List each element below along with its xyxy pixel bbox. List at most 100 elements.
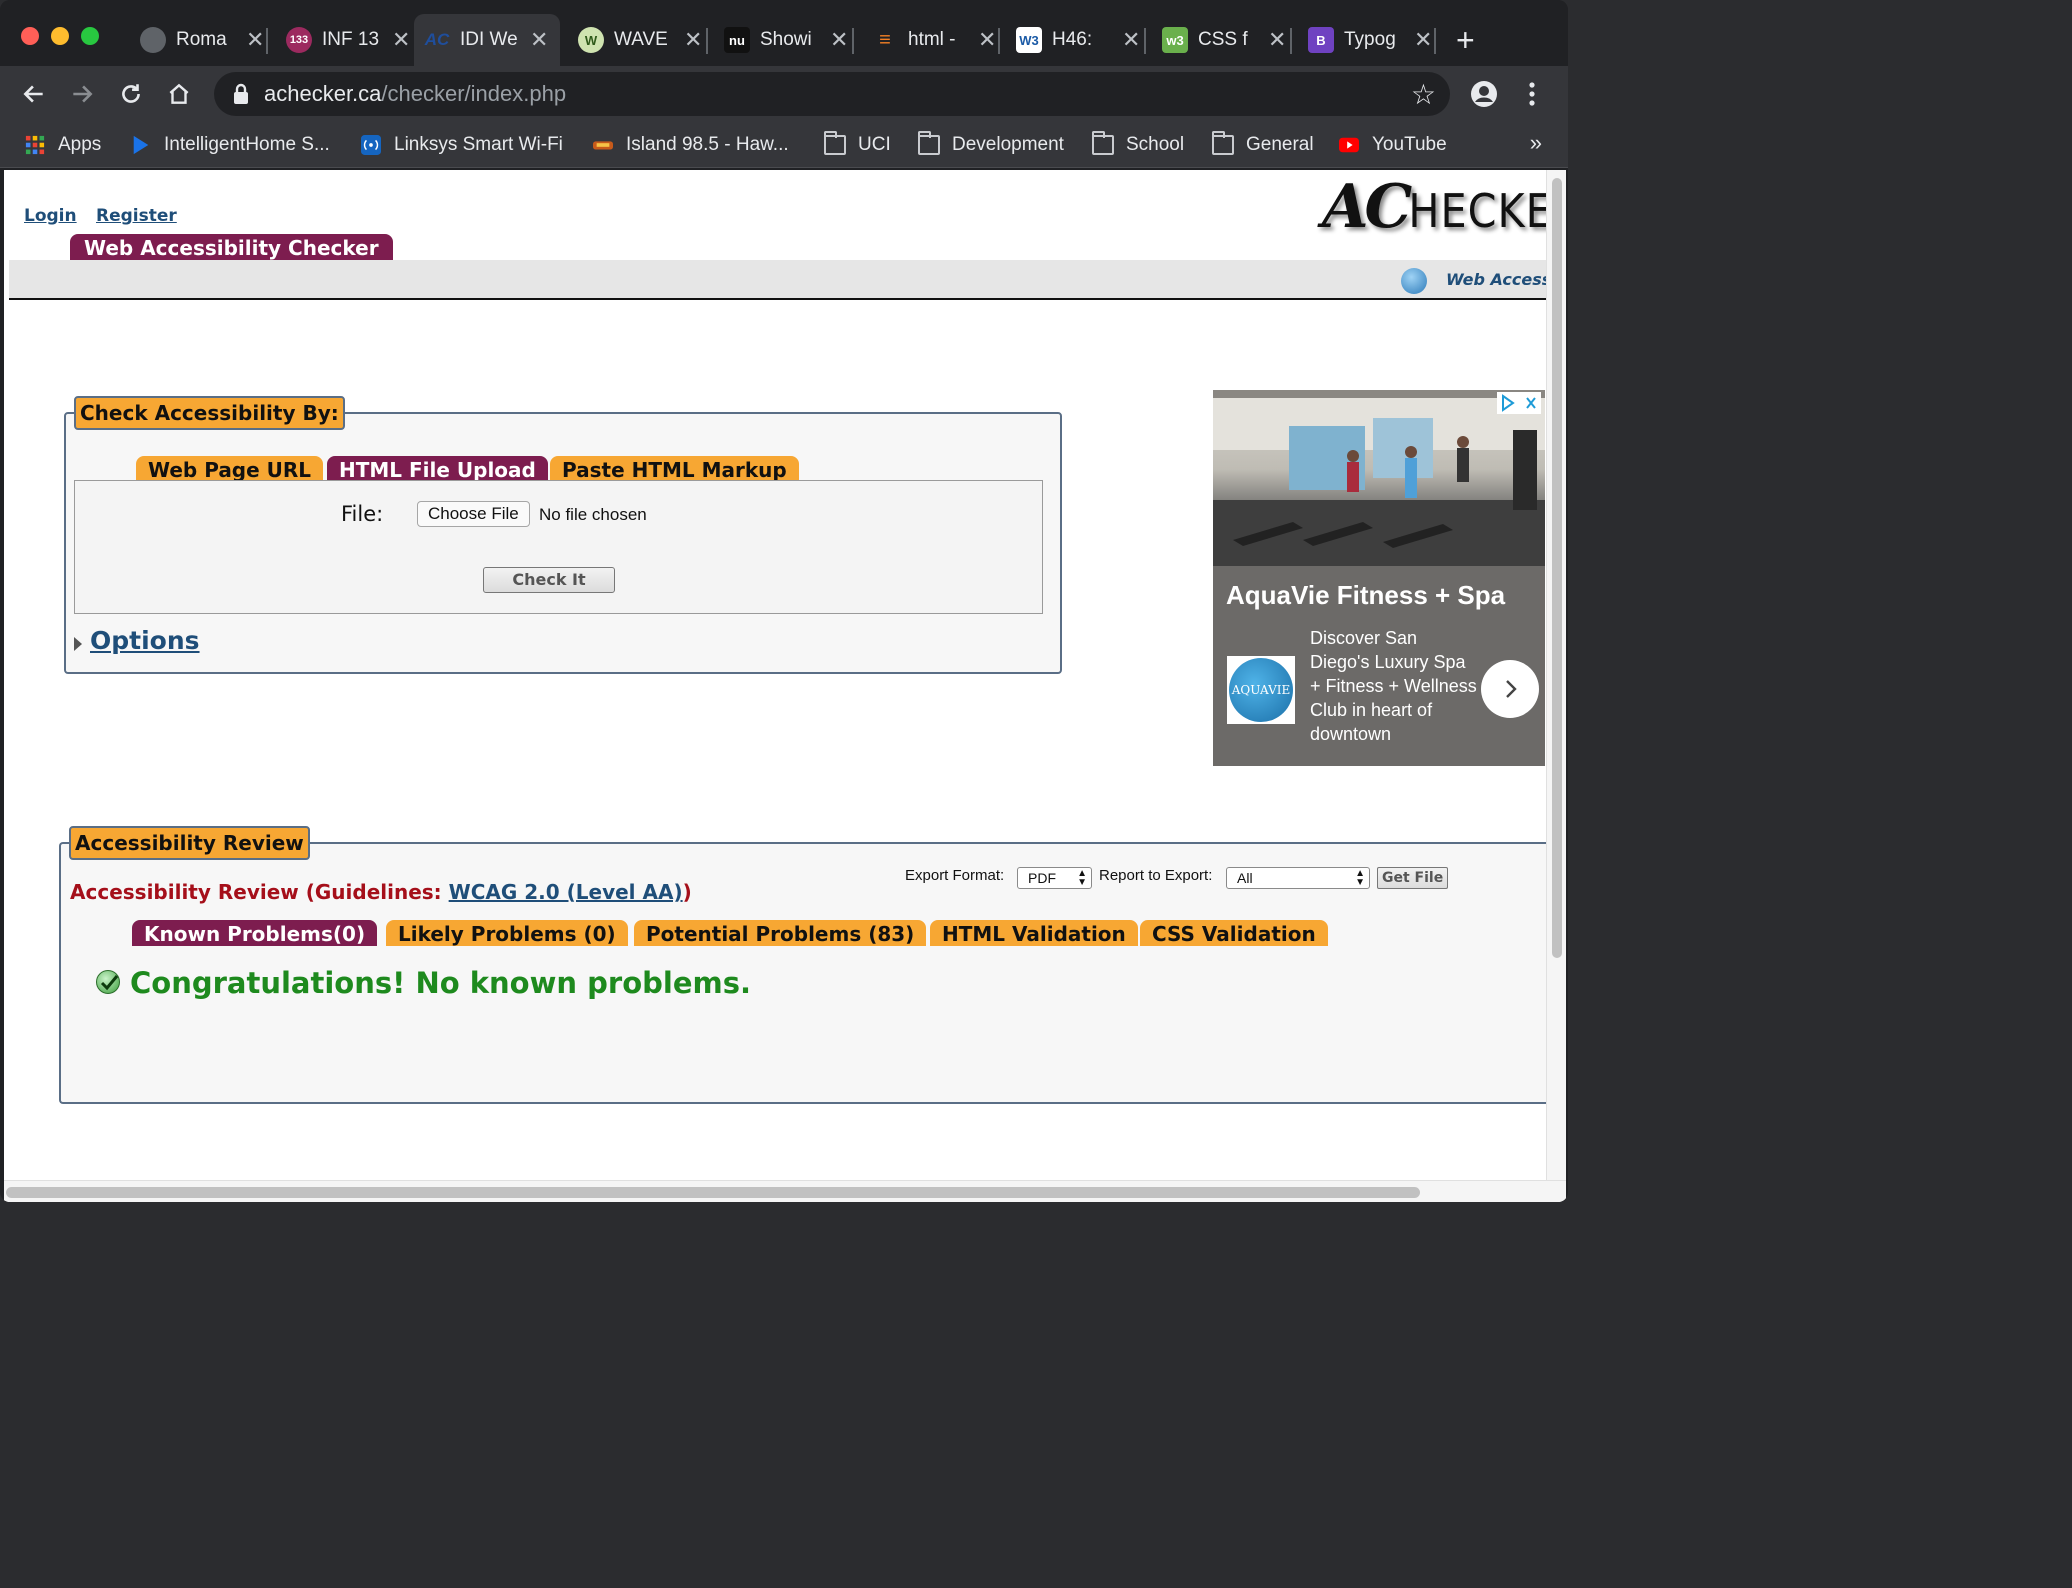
report-to-export-label: Report to Export: (1099, 867, 1213, 884)
youtube-icon (1339, 137, 1359, 153)
tab-known-problems[interactable]: Known Problems(0) (132, 920, 378, 946)
web-accessibility-help-link[interactable]: Web Accessil (1446, 270, 1562, 289)
window-close-button[interactable] (21, 27, 39, 45)
bookmark-folder-school[interactable]: School (1092, 130, 1184, 160)
login-link[interactable]: Login (24, 206, 77, 226)
chevron-right-icon[interactable] (1481, 660, 1539, 718)
wifi-icon (361, 135, 381, 155)
forward-arrow-icon[interactable] (64, 76, 100, 112)
adchoices-icon[interactable] (1497, 392, 1541, 414)
close-tab-icon[interactable]: ✕ (1268, 27, 1286, 53)
report-to-export-select[interactable]: All ▲ ▼ (1226, 867, 1370, 889)
aquavie-logo: AQUAVIE (1227, 656, 1295, 724)
back-arrow-icon[interactable] (16, 76, 52, 112)
stackoverflow-icon: ≡ (879, 28, 891, 51)
apps-grid-icon (25, 135, 45, 155)
bookmark-folder-development[interactable]: Development (918, 130, 1064, 160)
bookmark-intelligenthome[interactable]: IntelligentHome S... (130, 130, 330, 160)
achecker-logo: ACHECKE (1322, 172, 1553, 242)
check-accessibility-legend: Check Accessibility By: (74, 396, 345, 430)
tab-title: Roma (176, 29, 227, 50)
tab-html-file-upload[interactable]: HTML File Upload (327, 456, 548, 482)
wave-icon: W (578, 27, 604, 53)
tab-title: Typog (1344, 29, 1396, 50)
133-badge-icon: 133 (286, 27, 312, 53)
menu-kebab-icon[interactable] (1514, 76, 1550, 112)
bookmark-island985[interactable]: Island 98.5 - Haw... (592, 130, 789, 160)
browser-tab[interactable]: ≡ html - ✕ (862, 14, 1008, 66)
close-tab-icon[interactable]: ✕ (684, 27, 702, 53)
browser-tab[interactable]: w3 CSS f ✕ (1152, 14, 1298, 66)
window-minimize-button[interactable] (51, 27, 69, 45)
check-it-button[interactable]: Check It (483, 567, 615, 593)
tab-likely-problems[interactable]: Likely Problems (0) (386, 920, 628, 946)
css-validator-icon: w3 (1162, 27, 1188, 53)
review-guidelines-heading: Accessibility Review (Guidelines: WCAG 2… (70, 880, 692, 904)
choose-file-button[interactable]: Choose File (417, 501, 530, 527)
bookmark-folder-general[interactable]: General (1212, 130, 1314, 160)
close-tab-icon[interactable]: ✕ (978, 27, 996, 53)
bootstrap-icon: B (1308, 27, 1334, 53)
bookmark-label: Linksys Smart Wi-Fi (394, 134, 563, 155)
register-link[interactable]: Register (96, 206, 177, 226)
tab-title: WAVE (614, 29, 668, 50)
folder-icon (918, 131, 940, 155)
tab-web-page-url[interactable]: Web Page URL (136, 456, 324, 482)
achecker-icon: AC (424, 30, 450, 49)
browser-tab[interactable]: W3 H46: ✕ (1006, 14, 1152, 66)
bookmark-label: YouTube (1372, 134, 1447, 155)
help-globe-icon (1401, 268, 1427, 294)
bookmark-label: Development (952, 134, 1064, 155)
browser-tab[interactable]: B Typog ✕ (1298, 14, 1444, 66)
close-tab-icon[interactable]: ✕ (246, 27, 264, 53)
close-tab-icon[interactable]: ✕ (1122, 27, 1140, 53)
close-tab-icon[interactable]: ✕ (530, 27, 548, 53)
bookmark-folder-uci[interactable]: UCI (824, 130, 891, 160)
close-tab-icon[interactable]: ✕ (1414, 27, 1432, 53)
horizontal-scroll-thumb[interactable] (6, 1187, 1420, 1198)
browser-tab[interactable]: nu Showi ✕ (714, 14, 860, 66)
browser-tab[interactable]: Roma ✕ (130, 14, 276, 66)
browser-tab[interactable]: W WAVE ✕ (568, 14, 714, 66)
tab-potential-problems[interactable]: Potential Problems (83) (634, 920, 927, 946)
no-problems-message: Congratulations! No known problems. (130, 966, 751, 1000)
horizontal-scrollbar[interactable] (4, 1180, 1566, 1202)
file-upload-panel (74, 480, 1043, 614)
advertisement[interactable]: AquaVie Fitness + Spa AQUAVIE Discover S… (1213, 390, 1545, 766)
browser-toolbar: achecker.ca/checker/index.php ☆ (0, 66, 1568, 122)
bookmark-youtube[interactable]: YouTube (1338, 130, 1447, 160)
url-text: achecker.ca/checker/index.php (264, 81, 567, 106)
export-format-select[interactable]: PDF ▲ ▼ (1017, 867, 1092, 889)
new-tab-plus-icon[interactable]: + (1456, 22, 1475, 59)
tab-css-validation[interactable]: CSS Validation (1140, 920, 1328, 946)
radio-icon (593, 141, 613, 150)
bookmark-linksys[interactable]: Linksys Smart Wi-Fi (360, 130, 563, 160)
play-arrow-icon (133, 135, 149, 155)
close-tab-icon[interactable]: ✕ (830, 27, 848, 53)
options-expand-triangle-icon[interactable] (74, 637, 82, 651)
tab-html-validation[interactable]: HTML Validation (930, 920, 1138, 946)
home-icon[interactable] (161, 76, 197, 112)
reload-icon[interactable] (113, 76, 149, 112)
profile-avatar-icon[interactable] (1466, 76, 1502, 112)
vertical-scrollbar[interactable] (1546, 170, 1566, 1180)
get-file-button[interactable]: Get File (1377, 867, 1449, 889)
options-link[interactable]: Options (90, 626, 200, 655)
bookmark-apps[interactable]: Apps (24, 130, 101, 160)
bookmark-label: School (1126, 134, 1185, 155)
vertical-scroll-thumb[interactable] (1552, 178, 1562, 958)
tab-title: INF 13 (322, 29, 380, 50)
window-maximize-button[interactable] (81, 27, 99, 45)
close-tab-icon[interactable]: ✕ (392, 27, 410, 53)
ad-description: Discover San Diego's Luxury Spa + Fitnes… (1310, 628, 1477, 744)
browser-tab-active[interactable]: AC IDI We ✕ (414, 14, 560, 66)
wcag-guideline-link[interactable]: WCAG 2.0 (Level AA) (449, 880, 683, 904)
address-bar[interactable]: achecker.ca/checker/index.php ☆ (214, 72, 1450, 116)
tab-paste-html-markup[interactable]: Paste HTML Markup (550, 456, 799, 482)
bookmark-star-icon[interactable]: ☆ (1411, 78, 1436, 111)
bookmark-label: General (1246, 134, 1314, 155)
tab-title: CSS f (1198, 29, 1248, 50)
browser-tab[interactable]: 133 INF 13 ✕ (276, 14, 422, 66)
tab-title: H46: (1052, 29, 1093, 50)
bookmarks-overflow-chevron-icon[interactable]: » (1530, 130, 1542, 156)
